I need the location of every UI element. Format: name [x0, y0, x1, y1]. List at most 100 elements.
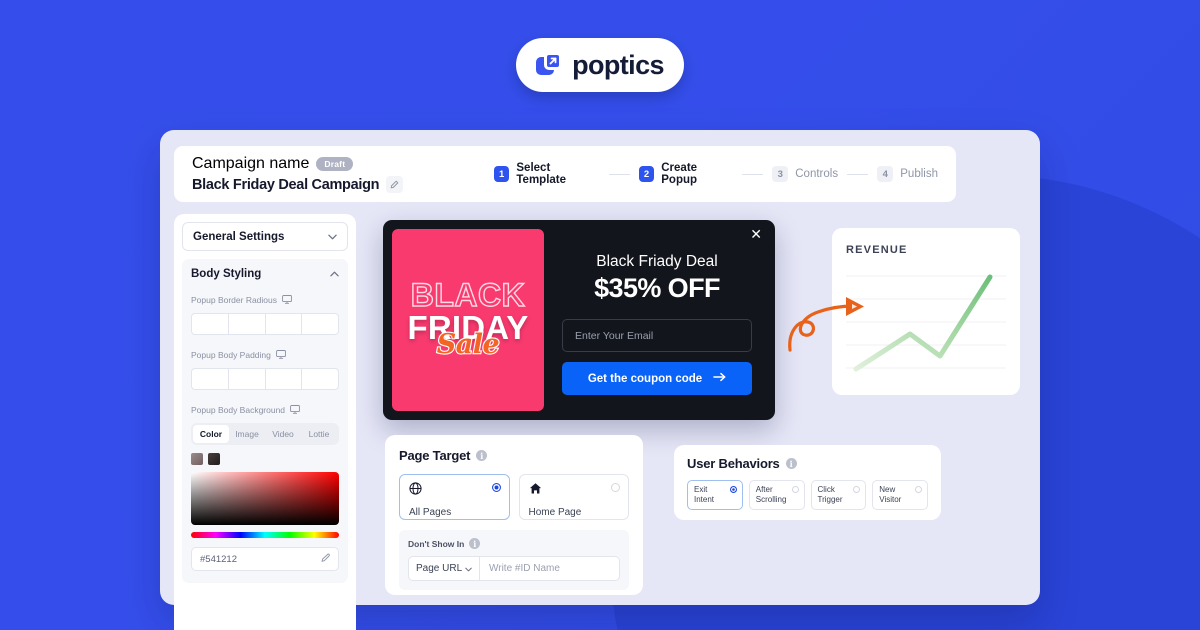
field-label: Popup Body Padding	[191, 350, 271, 360]
step-controls[interactable]: 3 Controls	[772, 166, 838, 182]
page-target-option-all-pages[interactable]: All Pages	[399, 474, 510, 520]
app-window: Campaign name Draft Black Friday Deal Ca…	[160, 130, 1040, 630]
eyedropper-icon[interactable]	[320, 550, 330, 568]
info-icon[interactable]: i	[476, 450, 488, 461]
background-type-tabs: Color Image Video Lottie	[191, 423, 339, 445]
behavior-label-line2: Trigger	[817, 495, 843, 504]
behavior-option-after-scrolling[interactable]: After Scrolling	[748, 480, 805, 510]
step-separator	[608, 173, 630, 175]
behavior-option-exit-intent[interactable]: Exit Intent	[687, 480, 743, 510]
popup-title: $35% OFF	[594, 273, 720, 303]
brand-logo-text: poptics	[572, 49, 664, 80]
step-progress: 1 Select Template 2 Create Popup 3 Contr…	[494, 162, 938, 186]
step-separator	[742, 173, 764, 175]
campaign-name-label: Campaign name	[192, 155, 310, 172]
popup-body-padding-inputs[interactable]	[191, 368, 339, 390]
radio-exit-intent[interactable]	[729, 486, 737, 493]
chevron-down-icon	[328, 232, 337, 242]
recent-color-swatches	[191, 453, 339, 465]
radio-new-visitor[interactable]	[915, 486, 922, 493]
user-behaviors-card: User Behaviors i Exit Intent After Scrol…	[674, 445, 941, 520]
orange-annotation-arrow-icon	[788, 297, 864, 352]
popup-content-panel: ✕ Black Friady Deal $35% OFF Enter Your …	[544, 227, 766, 411]
monitor-icon[interactable]	[276, 346, 286, 364]
status-badge: Draft	[316, 157, 354, 171]
step-separator	[847, 173, 869, 175]
popup-cta-button[interactable]: Get the coupon code	[562, 362, 752, 395]
padding-input-top[interactable]	[191, 368, 228, 390]
home-icon	[529, 482, 542, 499]
info-icon[interactable]: i	[785, 458, 797, 469]
general-settings-dropdown[interactable]: General Settings	[182, 222, 348, 251]
radio-click-trigger[interactable]	[853, 486, 861, 493]
behavior-label-line2: Visitor	[879, 495, 902, 504]
field-label: Popup Border Radious	[191, 295, 278, 305]
arrow-right-icon	[713, 372, 726, 385]
color-swatch[interactable]	[191, 453, 203, 465]
radio-all-pages[interactable]	[491, 483, 501, 492]
step-label: Create Popup	[661, 162, 698, 186]
hex-color-value: #541212	[200, 553, 237, 565]
color-swatch[interactable]	[208, 453, 220, 465]
dont-show-in-section: Don't Show In i Page URL Write #ID Name	[399, 530, 629, 590]
popup-border-radius-inputs[interactable]	[191, 313, 339, 335]
popup-preview: BLACK FRIDAY Sale ✕ Black Friady Deal $3…	[383, 220, 775, 420]
close-icon[interactable]: ✕	[750, 227, 762, 241]
step-label: Controls	[795, 168, 839, 180]
border-radius-input-left[interactable]	[301, 313, 339, 335]
popup-body-padding-label-row: Popup Body Padding	[191, 346, 339, 364]
chevron-down-icon	[465, 564, 472, 574]
general-settings-label: General Settings	[193, 230, 285, 243]
body-styling-section: Body Styling Popup Border Radious Popup …	[182, 259, 348, 583]
step-create-popup[interactable]: 2 Create Popup	[638, 162, 733, 186]
step-number: 2	[638, 166, 655, 182]
tab-video[interactable]: Video	[265, 425, 301, 443]
tab-color[interactable]: Color	[193, 425, 229, 443]
globe-icon	[409, 482, 422, 499]
revenue-title: REVENUE	[846, 244, 908, 256]
monitor-icon[interactable]	[282, 291, 292, 309]
user-behaviors-title: User Behaviors	[687, 456, 780, 471]
page-url-select[interactable]: Page URL	[408, 556, 480, 581]
id-name-placeholder: Write #ID Name	[489, 563, 560, 574]
step-publish[interactable]: 4 Publish	[877, 166, 938, 182]
hex-color-input[interactable]: #541212	[191, 547, 339, 571]
popup-email-input[interactable]: Enter Your Email	[562, 319, 752, 352]
saturation-value-picker[interactable]	[191, 472, 339, 525]
popup-body-background-label-row: Popup Body Background	[191, 401, 339, 419]
padding-input-right[interactable]	[227, 368, 265, 390]
padding-input-left[interactable]	[301, 368, 339, 390]
tab-lottie[interactable]: Lottie	[301, 425, 337, 443]
edit-pencil-icon[interactable]	[386, 176, 404, 193]
page-target-option-home-page[interactable]: Home Page	[518, 474, 629, 520]
step-label: Select Template	[516, 162, 567, 186]
id-name-input[interactable]: Write #ID Name	[480, 556, 620, 581]
tab-image[interactable]: Image	[229, 425, 265, 443]
chevron-up-icon[interactable]	[330, 269, 339, 279]
step-number: 1	[494, 166, 510, 182]
page-title: Black Friday Deal Campaign	[192, 176, 380, 193]
hue-slider[interactable]	[191, 532, 339, 538]
page-target-card: Page Target i All Pages Home Page Don't …	[385, 435, 643, 595]
behavior-label-line2: Scrolling	[755, 495, 787, 504]
dont-show-in-label: Don't Show In	[408, 538, 465, 549]
monitor-icon[interactable]	[290, 401, 300, 419]
campaign-header: Campaign name Draft Black Friday Deal Ca…	[174, 146, 956, 202]
radio-after-scrolling[interactable]	[791, 486, 799, 493]
page-target-title: Page Target	[399, 448, 471, 463]
behavior-option-click-trigger[interactable]: Click Trigger	[810, 480, 867, 510]
info-icon[interactable]: i	[469, 538, 481, 549]
popup-subtitle: Black Friady Deal	[596, 253, 718, 270]
user-behavior-options: Exit Intent After Scrolling Click Trigge…	[687, 480, 928, 510]
behavior-label-line2: Intent	[694, 495, 715, 504]
chart-series-line	[853, 274, 993, 372]
padding-input-bottom[interactable]	[264, 368, 302, 390]
behavior-label-line1: New	[879, 485, 896, 494]
border-radius-input-right[interactable]	[227, 313, 265, 335]
radio-home-page[interactable]	[611, 483, 620, 492]
behavior-option-new-visitor[interactable]: New Visitor	[872, 480, 928, 510]
border-radius-input-bottom[interactable]	[264, 313, 302, 335]
step-select-template[interactable]: 1 Select Template	[494, 162, 600, 186]
revenue-line-chart	[846, 274, 1006, 372]
border-radius-input-top[interactable]	[191, 313, 228, 335]
